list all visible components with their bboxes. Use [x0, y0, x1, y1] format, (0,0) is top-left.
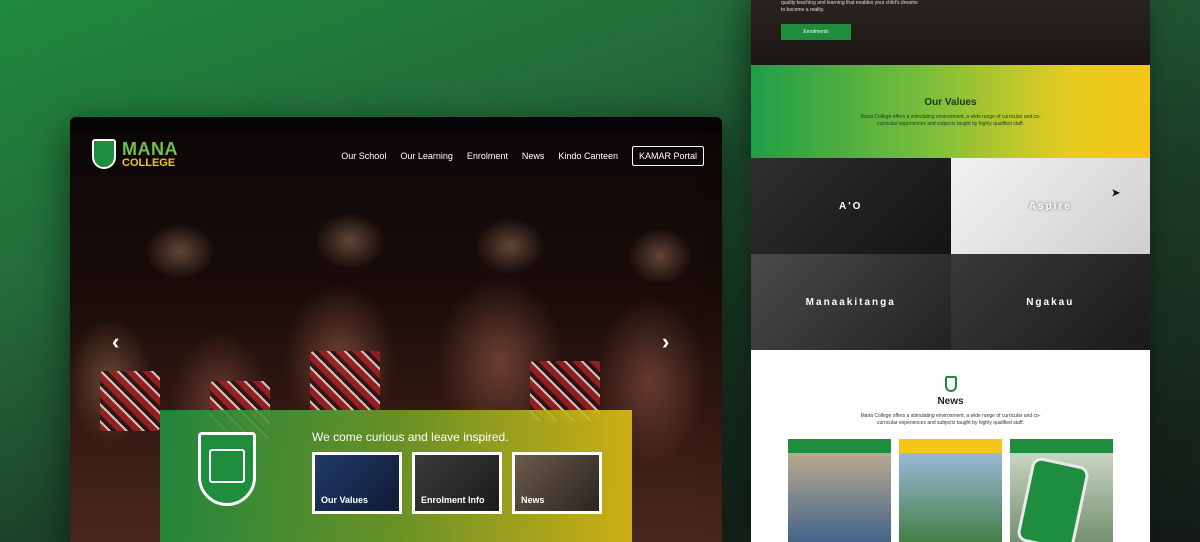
value-label: A'O	[839, 200, 863, 212]
card-bar	[788, 439, 891, 453]
value-label: Manaakitanga	[805, 296, 896, 308]
nav-our-learning[interactable]: Our Learning	[400, 151, 453, 161]
value-label: Aspire	[1028, 200, 1072, 212]
crest-icon	[944, 376, 957, 392]
logo-line1: MANA	[122, 138, 178, 159]
value-label: Ngakau	[1026, 296, 1075, 308]
nav-enrolment[interactable]: Enrolment	[467, 151, 508, 161]
tile-our-values[interactable]: Our Values	[312, 452, 402, 514]
enrol-hero: quality teaching and learning that enabl…	[751, 0, 1150, 65]
tile-enrolment-info[interactable]: Enrolment Info	[412, 452, 502, 514]
main-nav: Our School Our Learning Enrolment News K…	[341, 146, 704, 166]
kamar-portal-button[interactable]: KAMAR Portal	[631, 146, 704, 166]
costume-pattern	[310, 351, 380, 411]
card-bar	[1010, 439, 1113, 453]
card-image	[788, 453, 891, 542]
welcome-banner: We come curious and leave inspired. Our …	[160, 410, 632, 542]
school-crest-icon	[198, 432, 256, 506]
page-mockup: quality teaching and learning that enabl…	[751, 0, 1150, 542]
tile-label: Our Values	[321, 495, 369, 505]
crest-icon	[92, 139, 116, 169]
value-manaakitanga[interactable]: Manaakitanga	[751, 254, 951, 350]
news-card[interactable]	[788, 439, 891, 542]
crest-shield-icon	[209, 449, 245, 483]
tile-label: News	[521, 495, 545, 505]
site-logo[interactable]: MANA COLLEGE	[92, 139, 178, 169]
news-desc: Mana College offers a stimulating enviro…	[860, 413, 1041, 426]
nav-news[interactable]: News	[522, 151, 545, 161]
values-grid: A'O Aspire ➤ Manaakitanga Ngakau	[751, 158, 1150, 350]
enrolments-button[interactable]: Enrolments	[781, 24, 851, 40]
news-title: News	[937, 396, 964, 407]
card-bar	[899, 439, 1002, 453]
card-image	[899, 453, 1002, 542]
prev-slide-icon[interactable]: ‹	[112, 329, 119, 355]
tile-label: Enrolment Info	[421, 495, 485, 505]
desktop-mockup: MANA COLLEGE Our School Our Learning Enr…	[70, 117, 722, 542]
logo-line2: COLLEGE	[122, 156, 176, 169]
values-title: Our Values	[924, 97, 977, 108]
values-desc: Mana College offers a stimulating enviro…	[860, 114, 1041, 127]
news-cards	[751, 439, 1150, 542]
cursor-icon: ➤	[1111, 188, 1122, 199]
nav-kindo-canteen[interactable]: Kindo Canteen	[558, 151, 618, 161]
news-card[interactable]	[1010, 439, 1113, 542]
value-ngakau[interactable]: Ngakau	[950, 254, 1150, 350]
window-bar	[70, 117, 722, 131]
value-aspire[interactable]: Aspire ➤	[950, 158, 1150, 254]
nav-our-school[interactable]: Our School	[341, 151, 386, 161]
quick-links: Our Values Enrolment Info News	[312, 452, 602, 514]
hero-text: quality teaching and learning that enabl…	[781, 0, 918, 13]
news-section: News Mana College offers a stimulating e…	[751, 350, 1150, 542]
tile-news[interactable]: News	[512, 452, 602, 514]
values-section: Our Values Mana College offers a stimula…	[751, 65, 1150, 158]
costume-pattern	[100, 371, 160, 431]
tagline: We come curious and leave inspired.	[312, 430, 509, 444]
value-ao[interactable]: A'O	[751, 158, 951, 254]
next-slide-icon[interactable]: ›	[662, 329, 669, 355]
news-card[interactable]	[899, 439, 1002, 542]
